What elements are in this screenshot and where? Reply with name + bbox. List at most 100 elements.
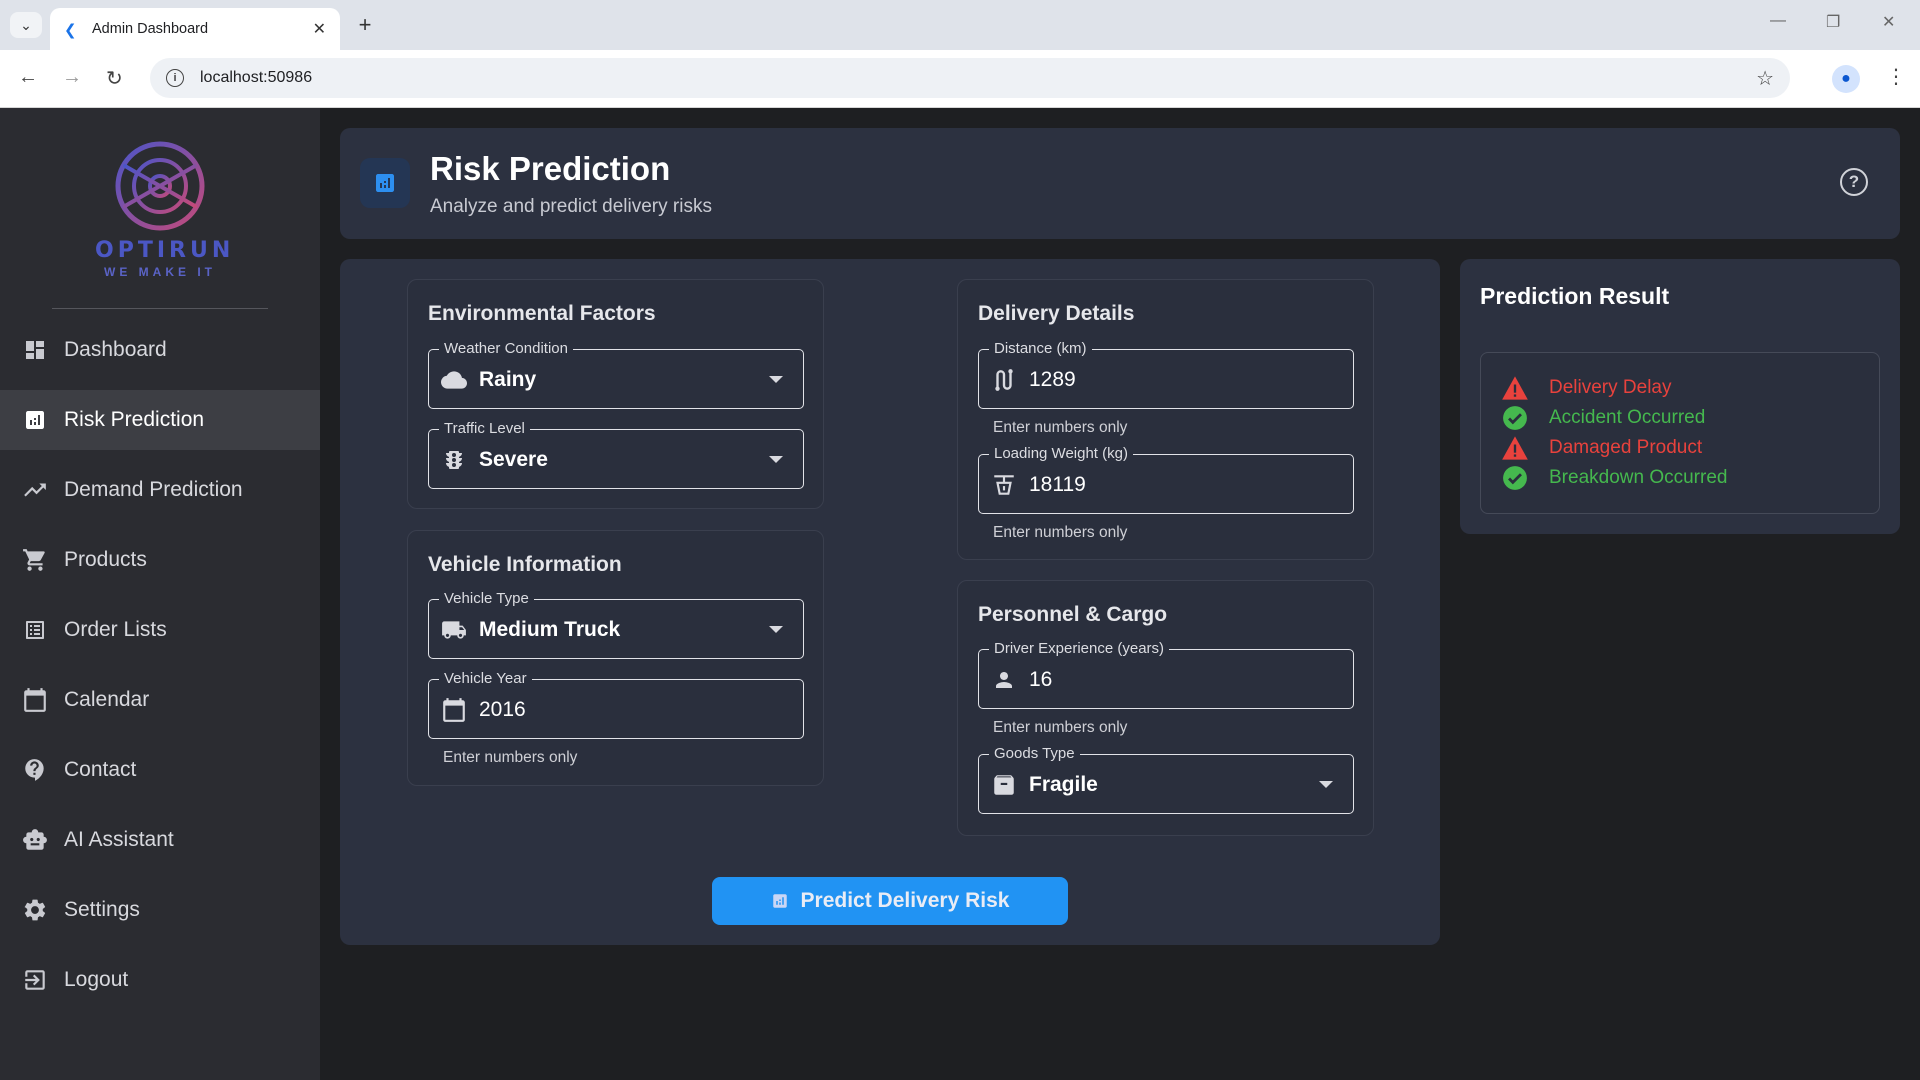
sidebar-item-demand-prediction[interactable]: Demand Prediction xyxy=(0,460,320,520)
traffic-level-select[interactable]: Traffic Level Severe xyxy=(428,420,804,489)
field-value: Fragile xyxy=(1029,773,1098,796)
section-title: Delivery Details xyxy=(978,302,1135,325)
optirun-logo-icon xyxy=(115,141,205,231)
dropdown-arrow-icon xyxy=(1319,781,1333,788)
cloud-icon xyxy=(441,367,467,393)
field-value[interactable]: 16 xyxy=(1029,668,1052,692)
predict-delivery-risk-button[interactable]: Predict Delivery Risk xyxy=(712,877,1068,925)
flutter-favicon-icon: ❮ xyxy=(64,22,77,39)
sidebar-item-ai-assistant[interactable]: AI Assistant xyxy=(0,810,320,870)
result-label: Damaged Product xyxy=(1549,437,1703,458)
scale-icon xyxy=(991,472,1017,498)
browser-tab[interactable]: ❮ Admin Dashboard ✕ xyxy=(50,8,340,50)
delivery-details-section: Delivery Details Distance (km) 1289 Ente… xyxy=(957,279,1374,560)
traffic-light-icon xyxy=(441,447,467,473)
sidebar-item-order-lists[interactable]: Order Lists xyxy=(0,600,320,660)
tab-search-dropdown[interactable]: ⌄ xyxy=(10,12,42,38)
truck-icon xyxy=(441,617,467,643)
sidebar-item-logout[interactable]: Logout xyxy=(0,950,320,1010)
weather-condition-select[interactable]: Weather Condition Rainy xyxy=(428,340,804,409)
url-text[interactable]: localhost:50986 xyxy=(200,69,1756,87)
sidebar-item-label: Dashboard xyxy=(64,338,167,361)
sidebar-item-settings[interactable]: Settings xyxy=(0,880,320,940)
result-title: Prediction Result xyxy=(1480,283,1670,309)
environmental-factors-section: Environmental Factors Weather Condition … xyxy=(407,279,824,509)
driver-experience-input[interactable]: Driver Experience (years) 16 xyxy=(978,640,1354,709)
profile-avatar-icon[interactable]: ● xyxy=(1832,65,1860,93)
logout-icon xyxy=(22,967,48,993)
close-window-icon[interactable]: ✕ xyxy=(1882,12,1895,32)
sidebar-item-label: AI Assistant xyxy=(64,828,174,851)
archive-box-icon xyxy=(991,772,1017,798)
sidebar-divider xyxy=(52,308,268,309)
prediction-result-panel: Prediction Result Delivery Delay Acciden… xyxy=(1460,259,1900,534)
person-icon xyxy=(991,667,1017,693)
result-item-delivery-delay: Delivery Delay xyxy=(1501,373,1879,403)
address-bar[interactable]: i localhost:50986 ☆ xyxy=(150,58,1790,98)
sidebar-item-calendar[interactable]: Calendar xyxy=(0,670,320,730)
robot-icon xyxy=(22,827,48,853)
analytics-icon xyxy=(22,407,48,433)
forward-icon[interactable]: → xyxy=(62,66,82,89)
goods-type-select[interactable]: Goods Type Fragile xyxy=(978,745,1354,814)
result-label: Delivery Delay xyxy=(1549,377,1672,398)
sidebar-item-contact[interactable]: Contact xyxy=(0,740,320,800)
route-icon xyxy=(991,367,1017,393)
sidebar-item-label: Risk Prediction xyxy=(64,408,205,431)
analytics-icon xyxy=(771,892,789,910)
check-circle-icon xyxy=(1501,464,1529,492)
dropdown-arrow-icon xyxy=(769,456,783,463)
sidebar-item-dashboard[interactable]: Dashboard xyxy=(0,320,320,380)
calendar-icon xyxy=(441,697,467,723)
helper-text: Enter numbers only xyxy=(993,419,1128,436)
vehicle-information-section: Vehicle Information Vehicle Type Medium … xyxy=(407,530,824,786)
warning-icon xyxy=(1501,434,1529,462)
sidebar-item-label: Contact xyxy=(64,758,137,781)
calendar-icon xyxy=(22,687,48,713)
distance-input[interactable]: Distance (km) 1289 xyxy=(978,340,1354,409)
browser-menu-icon[interactable]: ⋮ xyxy=(1886,64,1906,89)
field-label: Loading Weight (kg) xyxy=(989,445,1133,463)
result-label: Accident Occurred xyxy=(1549,407,1706,428)
helper-text: Enter numbers only xyxy=(993,524,1128,541)
warning-icon xyxy=(1501,374,1529,402)
brand-name: OPTIRUN xyxy=(95,238,235,263)
field-label: Vehicle Year xyxy=(439,670,532,688)
field-label: Driver Experience (years) xyxy=(989,640,1170,658)
loading-weight-input[interactable]: Loading Weight (kg) 18119 xyxy=(978,445,1354,514)
sidebar-item-risk-prediction[interactable]: Risk Prediction xyxy=(0,390,320,450)
brand-tagline: WE MAKE IT xyxy=(104,265,216,279)
vehicle-type-select[interactable]: Vehicle Type Medium Truck xyxy=(428,590,804,659)
prediction-form: Environmental Factors Weather Condition … xyxy=(340,259,1440,945)
sidebar-item-label: Products xyxy=(64,548,147,571)
field-value[interactable]: 2016 xyxy=(479,698,526,722)
new-tab-button[interactable]: + xyxy=(352,12,378,38)
site-info-icon[interactable]: i xyxy=(166,69,184,87)
restore-icon[interactable]: ❐ xyxy=(1826,12,1840,32)
field-label: Traffic Level xyxy=(439,420,530,438)
trending-up-icon xyxy=(22,477,48,503)
sidebar-item-products[interactable]: Products xyxy=(0,530,320,590)
analytics-icon xyxy=(360,158,410,208)
result-item-accident-occurred: Accident Occurred xyxy=(1501,403,1879,433)
field-value[interactable]: 18119 xyxy=(1029,473,1086,497)
field-label: Vehicle Type xyxy=(439,590,534,608)
reload-icon[interactable]: ↻ xyxy=(106,66,123,91)
page-title: Risk Prediction xyxy=(430,150,671,187)
gear-icon xyxy=(22,897,48,923)
result-label: Breakdown Occurred xyxy=(1549,467,1728,488)
bookmark-star-icon[interactable]: ☆ xyxy=(1756,66,1774,91)
close-tab-icon[interactable]: ✕ xyxy=(313,19,326,39)
minimize-icon[interactable]: — xyxy=(1770,12,1786,30)
help-icon[interactable]: ? xyxy=(1840,168,1868,196)
field-value: Severe xyxy=(479,448,548,471)
field-value: Rainy xyxy=(479,368,537,391)
browser-toolbar: ← → ↻ i localhost:50986 ☆ ● ⋮ xyxy=(0,50,1920,108)
section-title: Personnel & Cargo xyxy=(978,603,1168,626)
field-value[interactable]: 1289 xyxy=(1029,368,1076,392)
result-item-damaged-product: Damaged Product xyxy=(1501,433,1879,463)
field-label: Goods Type xyxy=(989,745,1080,763)
back-icon[interactable]: ← xyxy=(18,66,38,89)
vehicle-year-input[interactable]: Vehicle Year 2016 xyxy=(428,670,804,739)
list-icon xyxy=(22,617,48,643)
